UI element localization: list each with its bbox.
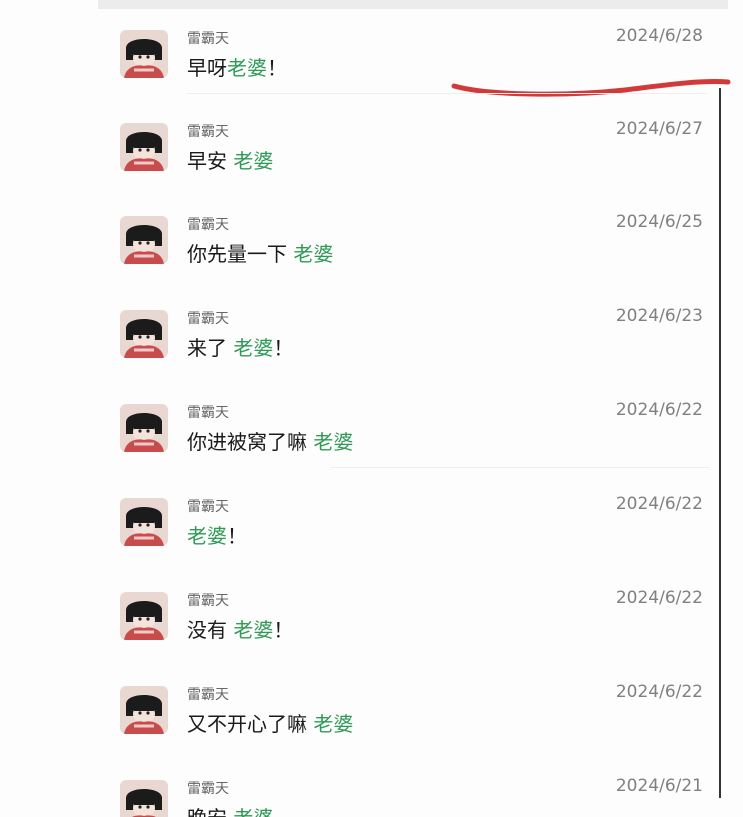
message-suffix: ！ (273, 336, 294, 360)
keyword-highlight: 老婆 (233, 618, 274, 642)
sender-name: 雷霸天 (187, 311, 229, 327)
avatar-icon[interactable] (120, 498, 168, 546)
message-text: 你先量一下 老婆 (187, 238, 333, 267)
message-suffix: ！ (227, 524, 247, 548)
message-text: 又不开心了嘛 老婆 (187, 708, 353, 737)
avatar-icon[interactable] (120, 592, 168, 640)
message-text: 来了 老婆！ (187, 332, 293, 361)
message-item[interactable]: 雷霸天 2024/6/21 晚安 老婆 (0, 774, 720, 817)
message-item[interactable]: 雷霸天 2024/6/22 又不开心了嘛 老婆 (0, 680, 720, 760)
message-text: 早呀老婆！ (187, 52, 287, 81)
sender-name: 雷霸天 (187, 781, 229, 797)
sender-name: 雷霸天 (187, 687, 229, 703)
keyword-highlight: 老婆 (293, 242, 334, 266)
avatar-icon[interactable] (120, 216, 168, 264)
message-text: 晚安 老婆 (187, 802, 273, 817)
message-text: 你进被窝了嘛 老婆 (187, 426, 353, 455)
message-item[interactable]: 雷霸天 2024/6/25 你先量一下 老婆 (0, 210, 720, 290)
keyword-highlight: 老婆 (313, 712, 354, 736)
message-prefix: 你先量一下 (187, 242, 294, 266)
message-text: 老婆！ (187, 520, 247, 549)
message-item[interactable]: 雷霸天 2024/6/28 早呀老婆！ (0, 24, 720, 104)
sender-name: 雷霸天 (187, 593, 229, 609)
message-prefix: 你进被窝了嘛 (187, 430, 314, 454)
message-prefix: 来了 (187, 336, 234, 360)
message-date: 2024/6/25 (615, 212, 703, 232)
message-date: 2024/6/28 (615, 26, 703, 46)
sender-name: 雷霸天 (187, 31, 229, 47)
message-suffix: ！ (267, 56, 287, 80)
message-prefix: 没有 (187, 618, 234, 642)
message-prefix: 晚安 (187, 806, 233, 817)
top-header-band (98, 0, 728, 9)
message-suffix: ！ (273, 618, 294, 642)
message-text: 早安 老婆 (187, 145, 273, 174)
message-item[interactable]: 雷霸天 2024/6/23 来了 老婆！ (0, 304, 720, 384)
message-date: 2024/6/27 (615, 119, 703, 139)
message-date: 2024/6/22 (615, 682, 703, 702)
keyword-highlight: 老婆 (313, 430, 354, 454)
avatar-icon[interactable] (120, 310, 168, 358)
keyword-highlight: 老婆 (233, 149, 274, 173)
message-prefix: 又不开心了嘛 (187, 712, 314, 736)
keyword-highlight: 老婆 (227, 56, 267, 80)
message-date: 2024/6/22 (615, 588, 703, 608)
sender-name: 雷霸天 (187, 124, 229, 140)
sender-name: 雷霸天 (187, 405, 229, 421)
divider (330, 467, 710, 468)
message-item[interactable]: 雷霸天 2024/6/22 老婆！ (0, 492, 720, 572)
divider (187, 93, 707, 94)
message-text: 没有 老婆！ (187, 614, 293, 643)
avatar-icon[interactable] (120, 30, 168, 78)
message-date: 2024/6/23 (615, 306, 703, 326)
message-date: 2024/6/21 (615, 776, 703, 796)
message-item[interactable]: 雷霸天 2024/6/22 你进被窝了嘛 老婆 (0, 398, 720, 478)
message-prefix: 早呀 (187, 56, 227, 80)
avatar-icon[interactable] (120, 780, 168, 817)
keyword-highlight: 老婆 (233, 336, 274, 360)
message-date: 2024/6/22 (615, 494, 703, 514)
keyword-highlight: 老婆 (187, 524, 227, 548)
avatar-icon[interactable] (120, 686, 168, 734)
avatar-icon[interactable] (120, 123, 168, 171)
message-item[interactable]: 雷霸天 2024/6/22 没有 老婆！ (0, 586, 720, 666)
chat-search-results-screen: 雷霸天 2024/6/28 早呀老婆！ 雷霸天 2024/6/27 早安 老婆 … (0, 0, 743, 817)
message-prefix: 早安 (187, 149, 234, 173)
message-item[interactable]: 雷霸天 2024/6/27 早安 老婆 (0, 117, 720, 197)
keyword-highlight: 老婆 (233, 806, 273, 817)
sender-name: 雷霸天 (187, 499, 229, 515)
sender-name: 雷霸天 (187, 217, 229, 233)
message-date: 2024/6/22 (615, 400, 703, 420)
avatar-icon[interactable] (120, 404, 168, 452)
